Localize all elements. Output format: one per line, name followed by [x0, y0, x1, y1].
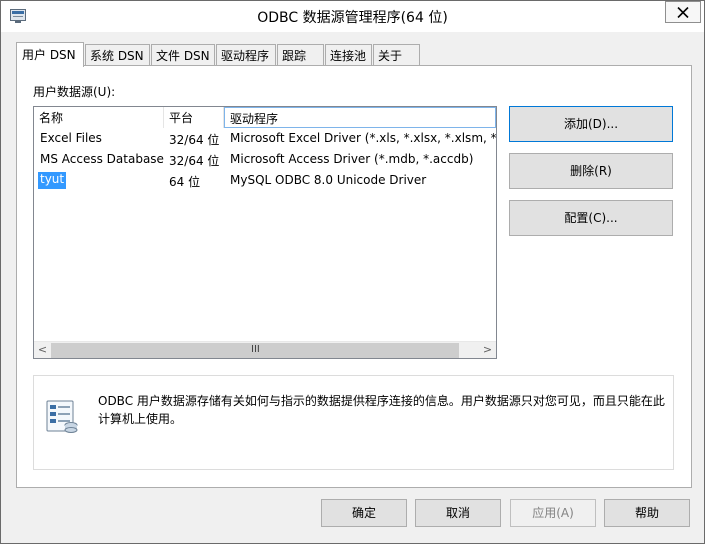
- tab-connection-pooling[interactable]: 连接池: [325, 44, 372, 66]
- data-source-list[interactable]: 名称 平台 驱动程序 Excel Files 32/64 位 Microsoft…: [33, 106, 497, 359]
- data-source-icon: [44, 398, 80, 437]
- cell-platform: 32/64 位: [169, 133, 220, 147]
- cell-driver: Microsoft Excel Driver (*.xls, *.xlsx, *…: [230, 131, 496, 145]
- close-icon: [677, 7, 689, 18]
- odbc-admin-window: ODBC 数据源管理程序(64 位) 用户 DSN 系统 DSN 文件 DSN …: [0, 0, 705, 544]
- close-button[interactable]: [665, 1, 701, 23]
- apply-button[interactable]: 应用(A): [510, 499, 596, 527]
- cell-platform: 64 位: [169, 175, 201, 189]
- cell-driver: Microsoft Access Driver (*.mdb, *.accdb): [230, 152, 474, 166]
- user-data-sources-label: 用户数据源(U):: [33, 85, 116, 99]
- cell-platform: 32/64 位: [169, 154, 220, 168]
- ok-button[interactable]: 确定: [321, 499, 407, 527]
- cell-driver: MySQL ODBC 8.0 Unicode Driver: [230, 173, 427, 187]
- scroll-left-button[interactable]: <: [34, 342, 51, 358]
- cancel-button[interactable]: 取消: [415, 499, 501, 527]
- column-header-driver[interactable]: 驱动程序: [224, 107, 496, 128]
- window-title: ODBC 数据源管理程序(64 位): [257, 10, 448, 26]
- configure-button[interactable]: 配置(C)...: [509, 200, 673, 236]
- list-item[interactable]: MS Access Database 32/64 位 Microsoft Acc…: [34, 150, 496, 170]
- cell-name: Excel Files: [40, 131, 102, 145]
- scrollbar-thumb[interactable]: III: [51, 343, 459, 358]
- tab-user-dsn[interactable]: 用户 DSN: [16, 42, 84, 67]
- tab-file-dsn[interactable]: 文件 DSN: [151, 44, 215, 66]
- scroll-right-button[interactable]: >: [479, 342, 496, 358]
- tab-tracing[interactable]: 跟踪: [277, 44, 324, 66]
- add-button[interactable]: 添加(D)...: [509, 106, 673, 142]
- list-header: 名称 平台 驱动程序: [34, 107, 496, 128]
- list-item-selected[interactable]: tyut 64 位 MySQL ODBC 8.0 Unicode Driver: [34, 171, 496, 191]
- remove-button[interactable]: 删除(R): [509, 153, 673, 189]
- list-item[interactable]: Excel Files 32/64 位 Microsoft Excel Driv…: [34, 129, 496, 149]
- column-header-name[interactable]: 名称: [34, 107, 164, 128]
- title-bar[interactable]: ODBC 数据源管理程序(64 位): [1, 1, 704, 32]
- info-box: ODBC 用户数据源存储有关如何与指示的数据提供程序连接的信息。用户数据源只对您…: [33, 375, 674, 470]
- cell-name: tyut: [38, 172, 67, 189]
- column-header-platform[interactable]: 平台: [164, 107, 224, 128]
- scroll-grip-icon: III: [251, 344, 260, 355]
- info-description: ODBC 用户数据源存储有关如何与指示的数据提供程序连接的信息。用户数据源只对您…: [98, 394, 665, 426]
- tab-about[interactable]: 关于: [373, 44, 420, 66]
- user-dsn-panel: 用户数据源(U): 名称 平台 驱动程序 Excel Files 32/64 位…: [16, 65, 692, 488]
- horizontal-scrollbar[interactable]: < III >: [34, 341, 496, 358]
- tab-drivers[interactable]: 驱动程序: [216, 44, 276, 66]
- help-button[interactable]: 帮助: [604, 499, 690, 527]
- tab-system-dsn[interactable]: 系统 DSN: [85, 44, 150, 66]
- cell-name: MS Access Database: [40, 152, 164, 166]
